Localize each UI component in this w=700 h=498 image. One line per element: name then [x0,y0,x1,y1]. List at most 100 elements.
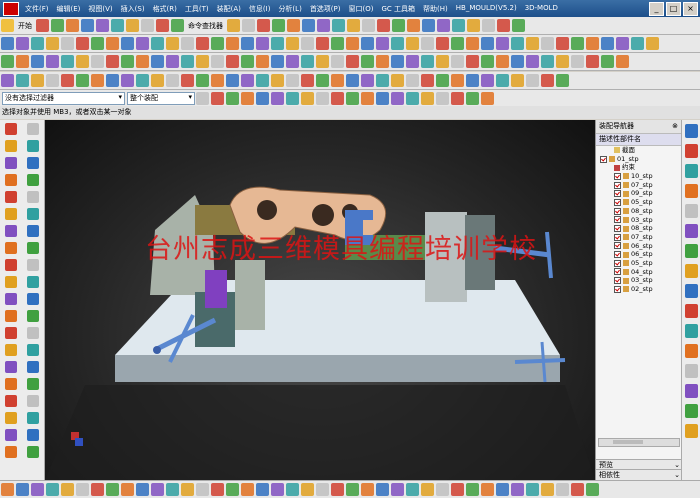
resource-tab-icon[interactable] [685,124,698,138]
tool-icon[interactable] [136,55,149,68]
tool-icon[interactable] [151,74,164,87]
tool-icon[interactable] [61,37,74,50]
tool-icon[interactable] [316,37,329,50]
tool-icon[interactable] [91,37,104,50]
tool-icon[interactable] [241,91,254,105]
tool-icon[interactable] [287,19,300,32]
tool-icon[interactable] [406,74,419,87]
tool-icon[interactable] [171,19,184,32]
tool-icon[interactable] [5,445,17,458]
tool-icon[interactable] [361,55,374,68]
navigator-scrollbar[interactable] [598,438,680,447]
visibility-checkbox[interactable] [614,285,621,293]
tool-icon[interactable] [571,37,584,50]
tool-icon[interactable] [27,309,39,322]
tool-icon[interactable] [316,91,329,105]
navigator-row[interactable]: 09_stp [596,189,681,198]
tool-icon[interactable] [5,190,17,203]
tool-icon[interactable] [5,173,17,186]
navigator-row[interactable]: 06_stp [596,250,681,259]
navigator-row[interactable]: 06_stp [596,242,681,251]
tool-icon[interactable] [51,19,64,32]
tool-icon[interactable] [406,55,419,68]
tool-icon[interactable] [376,483,389,496]
tool-icon[interactable] [16,37,29,50]
tool-icon[interactable] [256,37,269,50]
tool-icon[interactable] [91,55,104,68]
resource-tab-icon[interactable] [685,324,698,338]
tool-icon[interactable] [36,19,49,32]
tool-icon[interactable] [451,55,464,68]
resource-tab-icon[interactable] [685,244,698,258]
tool-icon[interactable] [452,19,465,32]
tool-icon[interactable] [121,483,134,496]
tool-icon[interactable] [76,55,89,68]
tool-icon[interactable] [5,258,17,271]
tool-icon[interactable] [466,37,479,50]
tool-icon[interactable] [556,37,569,50]
tool-icon[interactable] [586,37,599,50]
tool-icon[interactable] [286,483,299,496]
tool-icon[interactable] [361,74,374,87]
tool-icon[interactable] [421,55,434,68]
tool-icon[interactable] [556,483,569,496]
tool-icon[interactable] [286,74,299,87]
tool-icon[interactable] [76,74,89,87]
tool-icon[interactable] [437,19,450,32]
tool-icon[interactable] [392,19,405,32]
tool-icon[interactable] [126,19,139,32]
navigator-row[interactable]: 05_stp [596,198,681,207]
tool-icon[interactable] [346,74,359,87]
tool-icon[interactable] [211,55,224,68]
navigator-row[interactable]: 08_stp [596,224,681,233]
tool-icon[interactable] [27,122,39,135]
tool-icon[interactable] [376,55,389,68]
tool-icon[interactable] [271,483,284,496]
selection-filter-dropdown[interactable]: 没有选择过滤器 [2,91,125,105]
tool-icon[interactable] [301,91,314,105]
tool-icon[interactable] [526,55,539,68]
tool-icon[interactable] [377,19,390,32]
tool-icon[interactable] [121,74,134,87]
resource-tab-icon[interactable] [685,184,698,198]
tool-icon[interactable] [91,74,104,87]
visibility-checkbox[interactable] [614,225,621,233]
tool-icon[interactable] [331,37,344,50]
tool-icon[interactable] [151,55,164,68]
menu-item[interactable]: GC 工具箱 [378,4,418,14]
tool-icon[interactable] [66,19,79,32]
start-icon[interactable] [1,19,14,32]
tool-icon[interactable] [496,55,509,68]
tool-icon[interactable] [526,37,539,50]
resource-tab-icon[interactable] [685,364,698,378]
tool-icon[interactable] [31,37,44,50]
tool-icon[interactable] [1,74,14,87]
tool-icon[interactable] [466,55,479,68]
tool-icon[interactable] [391,91,404,105]
tool-icon[interactable] [16,74,29,87]
tool-icon[interactable] [541,37,554,50]
tool-icon[interactable] [422,19,435,32]
tool-icon[interactable] [91,483,104,496]
tool-icon[interactable] [5,343,17,356]
tool-icon[interactable] [27,411,39,424]
selection-scope-dropdown[interactable]: 整个装配 [127,91,195,105]
tool-icon[interactable] [451,37,464,50]
tool-icon[interactable] [27,360,39,373]
tool-icon[interactable] [421,37,434,50]
tool-icon[interactable] [181,37,194,50]
tool-icon[interactable] [362,19,375,32]
tool-icon[interactable] [241,37,254,50]
visibility-checkbox[interactable] [614,198,621,206]
tool-icon[interactable] [31,74,44,87]
navigator-row[interactable]: 08_stp [596,207,681,216]
tool-icon[interactable] [16,55,29,68]
tool-icon[interactable] [27,241,39,254]
tool-icon[interactable] [1,37,14,50]
navigator-row[interactable]: 03_stp [596,216,681,225]
tool-icon[interactable] [421,483,434,496]
tool-icon[interactable] [316,74,329,87]
navigator-row[interactable]: 03_stp [596,276,681,285]
tool-icon[interactable] [5,139,17,152]
resource-tab-icon[interactable] [685,404,698,418]
